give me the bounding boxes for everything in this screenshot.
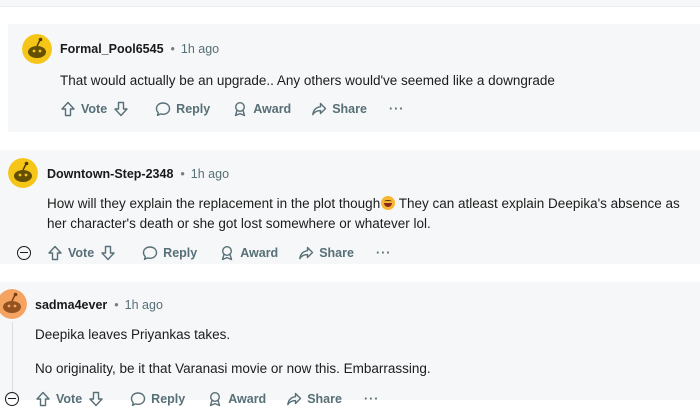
avatar[interactable]: [22, 34, 52, 64]
reply-icon: [155, 102, 171, 116]
share-icon: [287, 392, 302, 406]
collapse-thread-icon[interactable]: [17, 246, 31, 260]
thread-line[interactable]: [12, 322, 13, 394]
snoo-avatar-icon: [8, 158, 38, 188]
collapse-thread-icon[interactable]: [5, 392, 19, 406]
comment-meta: sadma4ever • 1h ago: [35, 298, 163, 312]
upvote-icon[interactable]: [35, 391, 51, 407]
reply-label: Reply: [163, 246, 198, 260]
comment-body: That would actually be an upgrade.. Any …: [60, 71, 555, 91]
comment-text-line: How will they explain the replacement in…: [47, 196, 381, 211]
award-button[interactable]: Award: [232, 101, 291, 117]
comment-text-line: They can atleast explain Deepika's absen…: [398, 196, 680, 211]
snoo-avatar-icon: [22, 34, 52, 64]
comment-downtown-step-2348: Downtown-Step-2348 • 1h ago How will the…: [0, 150, 700, 264]
timestamp[interactable]: 1h ago: [191, 167, 229, 181]
reply-label: Reply: [176, 102, 211, 116]
comment-actions: Vote Reply Award Share ···: [47, 245, 391, 261]
share-label: Share: [332, 102, 367, 116]
comment-meta: Formal_Pool6545 • 1h ago: [60, 42, 219, 56]
timestamp[interactable]: 1h ago: [125, 298, 163, 312]
award-button[interactable]: Award: [207, 391, 266, 407]
comment-formal-pool6545: Formal_Pool6545 • 1h ago That would actu…: [8, 24, 700, 132]
share-label: Share: [307, 392, 342, 406]
vote-control: Vote: [35, 391, 104, 407]
more-options-button[interactable]: ···: [389, 102, 405, 116]
upvote-icon[interactable]: [60, 101, 76, 117]
meta-separator: •: [114, 298, 119, 312]
award-icon: [235, 101, 246, 117]
award-label: Award: [240, 246, 279, 260]
previous-comment-edge: [0, 0, 700, 7]
comment-sadma4ever: sadma4ever • 1h ago Deepika leaves Priya…: [0, 282, 700, 407]
award-icon: [222, 245, 233, 261]
vote-label: Vote: [81, 102, 108, 116]
share-button[interactable]: Share: [311, 101, 367, 117]
comment-body: How will they explain the replacement in…: [47, 194, 697, 234]
username[interactable]: Downtown-Step-2348: [47, 167, 173, 181]
share-label: Share: [319, 246, 354, 260]
share-icon: [312, 102, 327, 116]
more-label: ···: [375, 246, 392, 260]
share-button[interactable]: Share: [286, 391, 342, 407]
comment-text-line: her character's death or she got lost so…: [47, 216, 431, 231]
reply-button[interactable]: Reply: [142, 245, 197, 261]
username[interactable]: Formal_Pool6545: [60, 42, 164, 56]
reply-icon: [142, 246, 158, 260]
upvote-icon[interactable]: [47, 245, 63, 261]
more-label: ···: [363, 392, 380, 406]
reply-button[interactable]: Reply: [155, 101, 210, 117]
avatar[interactable]: [0, 289, 27, 319]
comment-text-line: Deepika leaves Priyankas takes.: [35, 327, 231, 342]
comment-actions: Vote Reply Award Share ···: [60, 101, 404, 117]
comment-text-line: That would actually be an upgrade.. Any …: [60, 73, 555, 88]
snoo-avatar-icon: [0, 289, 27, 319]
more-label: ···: [388, 102, 405, 116]
more-options-button[interactable]: ···: [364, 392, 380, 406]
vote-control: Vote: [47, 245, 116, 261]
timestamp[interactable]: 1h ago: [181, 42, 219, 56]
reply-label: Reply: [151, 392, 186, 406]
vote-control: Vote: [60, 101, 129, 117]
reply-icon: [130, 392, 146, 406]
comment-meta: Downtown-Step-2348 • 1h ago: [47, 167, 229, 181]
grinning-emoji-icon: [381, 196, 396, 210]
downvote-icon[interactable]: [100, 245, 116, 261]
comment-text-line: No originality, be it that Varanasi movi…: [35, 361, 431, 376]
share-button[interactable]: Share: [298, 245, 354, 261]
vote-label: Vote: [56, 392, 83, 406]
share-icon: [299, 246, 314, 260]
more-options-button[interactable]: ···: [376, 246, 392, 260]
meta-separator: •: [170, 42, 175, 56]
comment-actions: Vote Reply Award Share ···: [35, 391, 379, 407]
reply-button[interactable]: Reply: [130, 391, 185, 407]
comment-body: Deepika leaves Priyankas takes. No origi…: [35, 325, 431, 379]
username[interactable]: sadma4ever: [35, 298, 107, 312]
meta-separator: •: [180, 167, 185, 181]
award-label: Award: [228, 392, 267, 406]
avatar[interactable]: [8, 158, 38, 188]
downvote-icon[interactable]: [88, 391, 104, 407]
award-label: Award: [253, 102, 292, 116]
award-button[interactable]: Award: [219, 245, 278, 261]
downvote-icon[interactable]: [113, 101, 129, 117]
award-icon: [210, 391, 221, 407]
vote-label: Vote: [68, 246, 95, 260]
